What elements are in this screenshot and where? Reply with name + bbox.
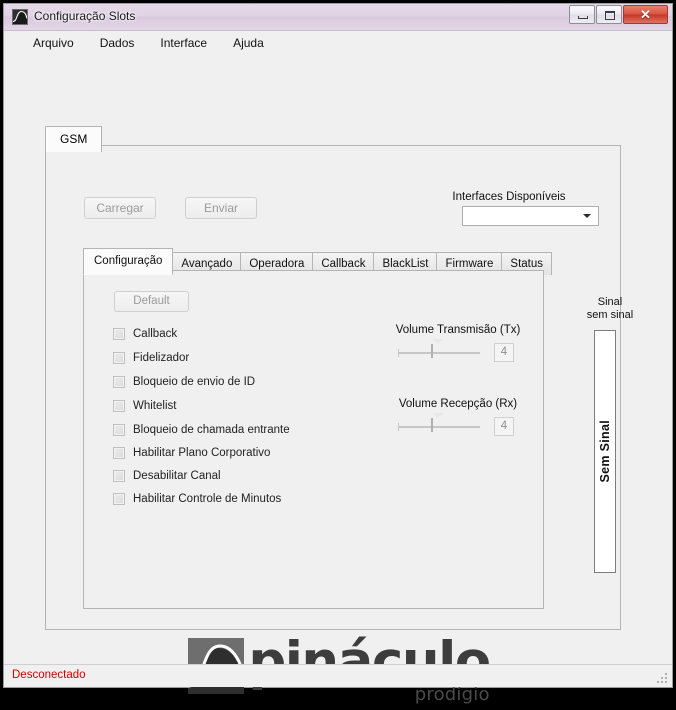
menu-dados[interactable]: Dados xyxy=(89,33,146,53)
interfaces-label: Interfaces Disponíveis xyxy=(452,191,566,203)
menu-arquivo[interactable]: Arquivo xyxy=(22,33,85,53)
menu-interface[interactable]: Interface xyxy=(149,33,218,53)
checkbox-label: Bloqueio de envio de ID xyxy=(133,376,256,388)
window-title: Configuração Slots xyxy=(34,9,136,23)
checkbox-label: Habilitar Controle de Minutos xyxy=(133,493,282,505)
checkbox-icon[interactable] xyxy=(113,328,125,340)
volume-rx-value: 4 xyxy=(494,417,514,436)
volume-rx-group: Volume Recepção (Rx) 4 xyxy=(388,398,528,436)
checkbox-controle-minutos[interactable]: Habilitar Controle de Minutos xyxy=(113,493,281,505)
checkbox-label: Whitelist xyxy=(133,400,177,412)
checkbox-icon[interactable] xyxy=(113,376,125,388)
enviar-button[interactable]: Enviar xyxy=(185,197,257,219)
client-area: GSM Carregar Enviar Interfaces Disponíve… xyxy=(4,55,672,705)
interfaces-dropdown[interactable] xyxy=(462,206,599,226)
checkbox-bloqueio-envio-id[interactable]: Bloqueio de envio de ID xyxy=(113,376,255,388)
signal-bar-text: Sem Sinal xyxy=(598,420,612,483)
slider-thumb[interactable] xyxy=(431,338,443,361)
checkbox-bloqueio-chamada-entrante[interactable]: Bloqueio de chamada entrante xyxy=(113,424,290,436)
volume-rx-label: Volume Recepção (Rx) xyxy=(398,398,518,410)
checkbox-plano-corporativo[interactable]: Habilitar Plano Corporativo xyxy=(113,447,270,459)
gsm-tab-strip: GSM xyxy=(45,125,103,152)
maximize-button[interactable] xyxy=(596,5,622,24)
checkbox-label: Fidelizador xyxy=(133,352,190,364)
minimize-icon xyxy=(578,16,588,19)
menu-ajuda[interactable]: Ajuda xyxy=(222,33,275,53)
tab-configuracao[interactable]: Configuração xyxy=(83,248,174,275)
checkbox-icon[interactable] xyxy=(113,424,125,436)
checkbox-label: Desabilitar Canal xyxy=(133,470,221,482)
signal-level-bar: Sem Sinal xyxy=(594,330,616,573)
checkbox-whitelist[interactable]: Whitelist xyxy=(113,400,176,412)
status-bar: Desconectado xyxy=(4,664,672,687)
checkbox-callback[interactable]: Callback xyxy=(113,328,177,340)
maximize-icon xyxy=(605,11,615,20)
connection-status: Desconectado xyxy=(12,669,86,681)
chevron-down-icon xyxy=(583,214,591,218)
configuracao-panel xyxy=(83,270,544,609)
application-window: Configuração Slots ✕ Arquivo Dados Inter… xyxy=(3,3,673,705)
signal-subtitle: sem sinal xyxy=(586,309,634,321)
checkbox-icon[interactable] xyxy=(113,352,125,364)
checkbox-icon[interactable] xyxy=(113,400,125,412)
minimize-button[interactable] xyxy=(569,5,595,24)
signal-meter: Sinal sem sinal Sem Sinal xyxy=(574,296,646,573)
close-button[interactable]: ✕ xyxy=(623,5,668,24)
carregar-button[interactable]: Carregar xyxy=(84,197,156,219)
volume-tx-group: Volume Transmisão (Tx) 4 xyxy=(388,324,528,362)
slider-thumb[interactable] xyxy=(431,412,443,435)
volume-rx-slider[interactable] xyxy=(398,412,480,436)
checkbox-label: Habilitar Plano Corporativo xyxy=(133,447,271,459)
checkbox-label: Callback xyxy=(133,328,178,340)
window-controls: ✕ xyxy=(568,5,668,24)
checkbox-icon[interactable] xyxy=(113,470,125,482)
checkbox-desabilitar-canal[interactable]: Desabilitar Canal xyxy=(113,470,221,482)
volume-tx-value: 4 xyxy=(494,343,514,362)
signal-title: Sinal xyxy=(597,296,623,308)
title-bar[interactable]: Configuração Slots ✕ xyxy=(4,4,672,31)
menu-bar: Arquivo Dados Interface Ajuda xyxy=(4,31,672,55)
slider-tick xyxy=(398,422,399,431)
pinaculo-app-icon xyxy=(12,9,28,25)
resize-grip-icon[interactable] xyxy=(656,672,668,684)
gsm-tab-panel: Carregar Enviar Interfaces Disponíveis C… xyxy=(45,145,633,630)
volume-tx-slider[interactable] xyxy=(398,338,480,362)
default-button[interactable]: Default xyxy=(114,291,189,312)
slider-tick xyxy=(398,348,399,357)
tab-gsm[interactable]: GSM xyxy=(45,126,103,152)
checkbox-icon[interactable] xyxy=(113,493,125,505)
checkbox-label: Bloqueio de chamada entrante xyxy=(133,424,290,436)
close-icon: ✕ xyxy=(640,6,651,22)
volume-tx-label: Volume Transmisão (Tx) xyxy=(395,324,521,336)
checkbox-fidelizador[interactable]: Fidelizador xyxy=(113,352,189,364)
checkbox-icon[interactable] xyxy=(113,447,125,459)
